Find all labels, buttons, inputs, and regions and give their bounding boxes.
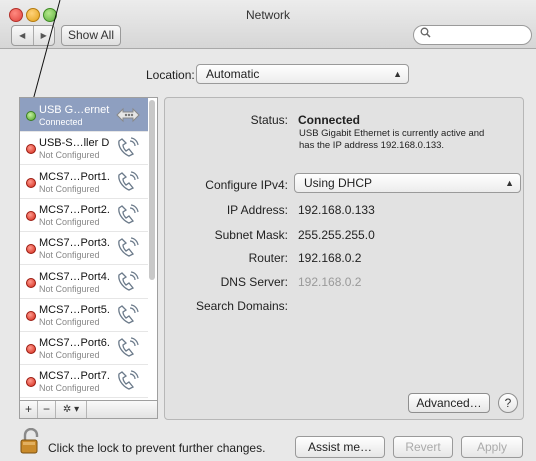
service-list-item[interactable]: MCS7…Port5. Not Configured [20, 298, 148, 332]
ethernet-icon [115, 104, 141, 126]
service-status: Not Configured [39, 350, 100, 361]
service-list-actions: + − ✲ ▾ [19, 400, 158, 419]
service-status: Not Configured [39, 150, 100, 161]
service-status: Not Configured [39, 316, 100, 327]
phone-icon [115, 204, 141, 226]
lock-icon[interactable] [19, 427, 43, 454]
advanced-button[interactable]: Advanced… [408, 393, 490, 413]
service-status: Connected [39, 117, 83, 127]
phone-icon [115, 270, 141, 293]
status-value: Connected [298, 113, 361, 127]
back-button[interactable]: ◀ [12, 26, 34, 45]
configure-ipv4-label: Configure IPv4: [205, 178, 288, 192]
assist-me-button[interactable]: Assist me… [295, 436, 385, 458]
service-status: Not Configured [39, 383, 100, 394]
phone-icon [115, 337, 141, 359]
subnet-mask-value: 255.255.255.0 [298, 228, 375, 242]
search-input[interactable] [434, 27, 528, 43]
show-all-button[interactable]: Show All [61, 25, 121, 46]
location-label: Location: [146, 68, 195, 82]
service-status: Not Configured [39, 250, 100, 261]
service-name: MCS7…Port7. [39, 370, 110, 383]
location-value: Automatic [206, 67, 260, 81]
status-not-configured-icon [26, 244, 36, 255]
help-button[interactable]: ? [498, 393, 518, 413]
service-name: MCS7…Port1. [39, 170, 110, 183]
status-not-configured-icon [26, 377, 36, 388]
service-list-item[interactable]: MCS7…Port6. Not Configured [20, 331, 148, 366]
updown-arrows-icon: ▲ [393, 69, 402, 79]
service-list-item[interactable]: USB G…ernet Connected [20, 98, 148, 132]
service-list-item[interactable]: MCS7…Port7. Not Configured [20, 364, 148, 399]
service-list-item[interactable]: MCS7…Port2. Not Configured [20, 198, 148, 232]
service-list-scrollbar[interactable] [149, 100, 155, 280]
configure-ipv4-select[interactable]: Using DHCP ▲ [294, 173, 521, 193]
network-window: Network ◀ ▶ Show All Location: Automatic… [0, 0, 536, 461]
revert-button[interactable]: Revert [393, 436, 453, 458]
service-name: MCS7…Port5. [39, 303, 110, 316]
router-label: Router: [248, 251, 288, 265]
forward-button[interactable]: ▶ [34, 26, 55, 45]
phone-icon [115, 370, 141, 392]
status-label: Status: [250, 113, 288, 127]
window-title: Network [245, 8, 290, 22]
service-list-item[interactable]: MCS7…Port4. Not Configured [20, 265, 148, 299]
status-not-configured-icon [26, 277, 36, 288]
status-note: USB Gigabit Ethernet is currently active… [299, 128, 485, 151]
service-name: MCS7…Port3. [39, 237, 110, 250]
phone-icon [115, 304, 141, 326]
service-status: Not Configured [39, 283, 100, 294]
remove-service-button[interactable]: − [38, 401, 56, 418]
action-menu-button[interactable]: ✲ ▾ [56, 401, 87, 418]
status-not-configured-icon [26, 310, 36, 321]
phone-icon [115, 237, 141, 259]
ip-address-label: IP Address: [226, 203, 288, 217]
dns-server-label: DNS Server: [220, 275, 288, 289]
location-select[interactable]: Automatic ▲ [196, 64, 409, 84]
status-not-configured-icon [26, 177, 36, 188]
status-not-configured-icon [26, 210, 36, 221]
service-status: Not Configured [39, 183, 100, 194]
search-domains-label: Search Domains: [195, 299, 288, 313]
subnet-mask-label: Subnet Mask: [214, 228, 288, 242]
status-connected-icon [26, 111, 36, 121]
phone-icon [115, 137, 141, 159]
service-list[interactable]: USB G…ernet Connected USB-S…ller D Not Conf… [19, 97, 158, 401]
service-list-item[interactable]: MCS7…Port3. Not Configured [20, 231, 148, 266]
service-name: MCS7…Port4. [39, 270, 110, 283]
title-bar: Network ◀ ▶ Show All [0, 0, 536, 49]
service-list-item[interactable]: USB-S…ller D Not Configured [20, 131, 148, 166]
search-icon [420, 27, 431, 41]
configure-ipv4-value: Using DHCP [304, 176, 373, 190]
service-status: Not Configured [39, 216, 100, 227]
ip-address-value: 192.168.0.133 [298, 203, 375, 217]
back-forward-control: ◀ ▶ [11, 25, 55, 46]
add-service-button[interactable]: + [20, 401, 38, 418]
phone-icon [115, 170, 141, 193]
service-list-item[interactable]: MCS7…Port1. Not Configured [20, 165, 148, 199]
service-name: USB G…ernet [39, 104, 110, 116]
service-name: MCS7…Port2. [39, 203, 110, 216]
lock-message: Click the lock to prevent further change… [48, 441, 266, 455]
apply-button[interactable]: Apply [461, 436, 523, 458]
service-name: MCS7…Port6. [39, 337, 110, 350]
service-name: USB-S…ller D [39, 137, 110, 150]
updown-arrows-icon: ▲ [505, 178, 514, 188]
search-field[interactable] [413, 25, 532, 45]
dns-server-value: 192.168.0.2 [298, 275, 362, 289]
status-not-configured-icon [26, 144, 36, 155]
status-not-configured-icon [26, 344, 36, 355]
router-value: 192.168.0.2 [298, 251, 362, 265]
